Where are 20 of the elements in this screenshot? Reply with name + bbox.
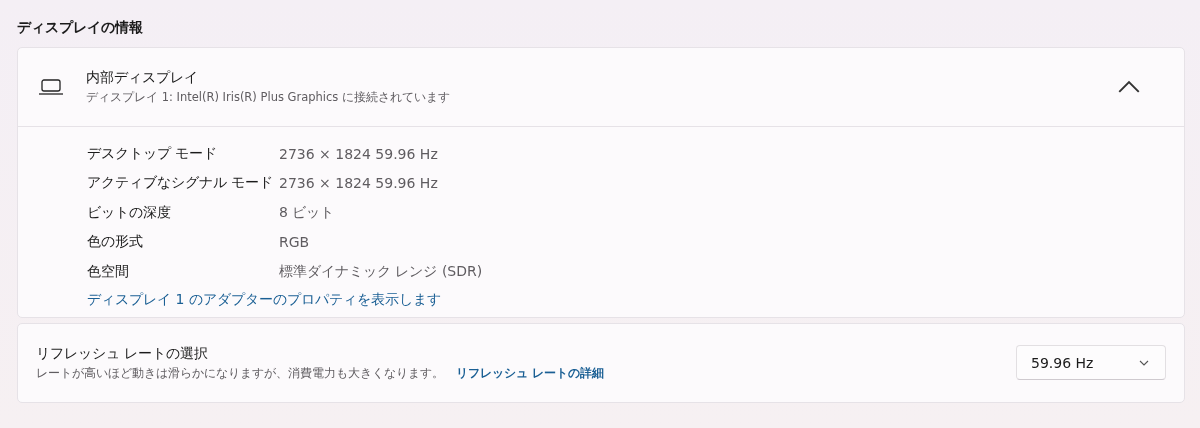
property-label: デスクトップ モード [87, 144, 219, 163]
adapter-properties-link[interactable]: ディスプレイ 1 のアダプターのプロパティを表示します [87, 290, 441, 309]
refresh-rate-link[interactable]: リフレッシュ レートの詳細 [456, 365, 604, 381]
property-label: 色空間 [87, 262, 130, 281]
property-label: ビットの深度 [87, 203, 172, 222]
laptop-icon [38, 78, 64, 96]
property-value: 2736 × 1824 59.96 Hz [279, 145, 439, 162]
refresh-rate-title: リフレッシュ レートの選択 [36, 344, 210, 363]
display-description: ディスプレイ 1: Intel(R) Iris(R) Plus Graphics に接続されています [86, 90, 451, 105]
property-value: RGB [279, 234, 311, 251]
refresh-rate-description: レートが高いほど動きは滑らかになりますが、消費電力も大きくなります。 [36, 365, 444, 381]
property-label: アクティブなシグナル モード [87, 174, 275, 193]
section-title: ディスプレイの情報 [17, 19, 143, 37]
refresh-rate-dropdown[interactable]: 59.96 Hz [1016, 345, 1166, 380]
property-label: 色の形式 [87, 233, 144, 252]
property-value: 2736 × 1824 59.96 Hz [279, 175, 439, 192]
display-name: 内部ディスプレイ [86, 69, 199, 87]
property-value: 標準ダイナミック レンジ (SDR) [279, 262, 484, 281]
chevron-down-icon [1139, 359, 1149, 366]
property-value: 8 ビット [279, 203, 336, 222]
